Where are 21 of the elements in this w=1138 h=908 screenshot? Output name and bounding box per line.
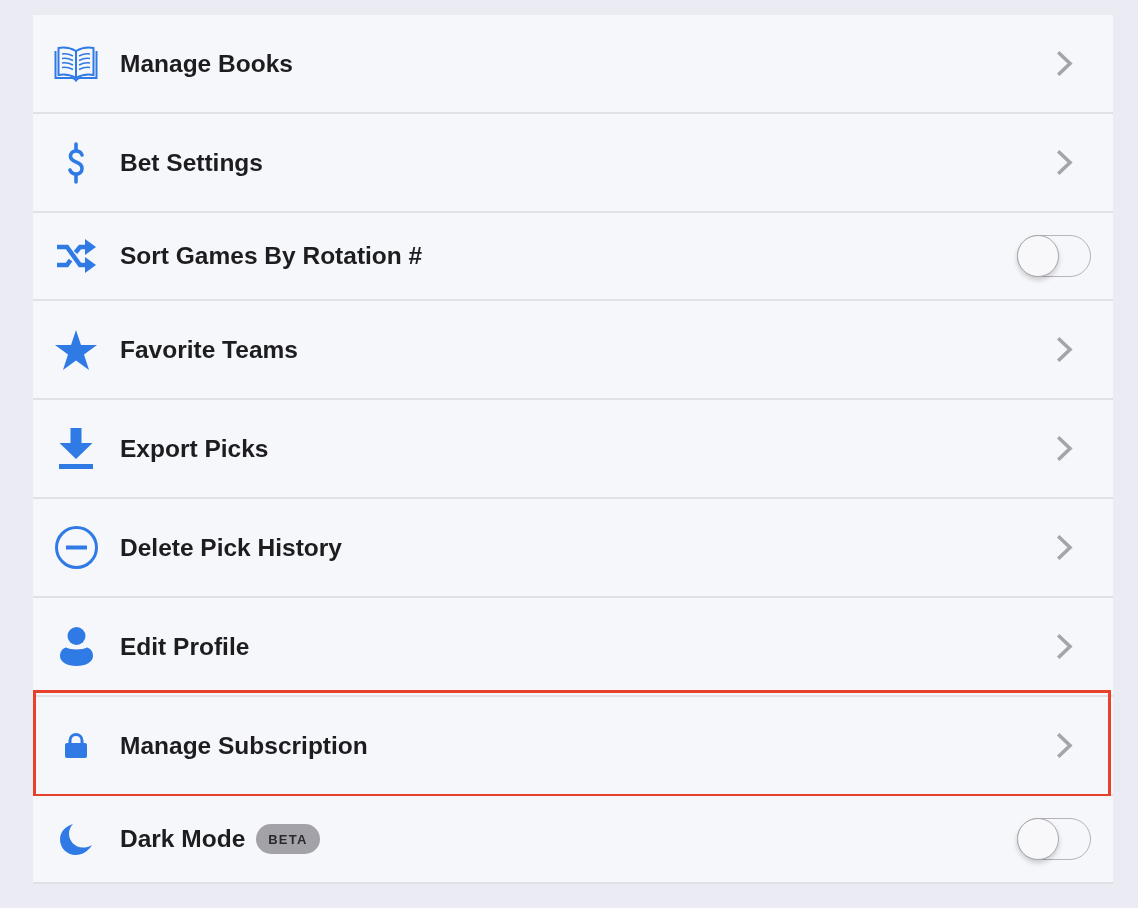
chevron-icon xyxy=(1057,337,1073,362)
chevron-icon xyxy=(1057,634,1073,659)
dollar-icon xyxy=(66,141,86,184)
setting-label: Sort Games By Rotation # xyxy=(120,242,423,270)
book-icon xyxy=(54,45,98,82)
toggle-switch[interactable] xyxy=(1017,235,1091,277)
person-icon xyxy=(59,627,93,666)
lock-icon xyxy=(65,733,87,758)
beta-badge: BETA xyxy=(256,824,320,854)
chevron-icon xyxy=(1057,51,1073,76)
chevron-icon xyxy=(1057,150,1073,175)
toggle-switch[interactable] xyxy=(1017,818,1091,860)
chevron-icon xyxy=(1057,733,1073,758)
shuffle-icon xyxy=(56,239,96,273)
moon-icon xyxy=(60,823,92,855)
chevron-icon xyxy=(1057,535,1073,560)
minus-circle-icon xyxy=(54,526,98,569)
chevron-icon xyxy=(1057,436,1073,461)
setting-label: Dark Mode xyxy=(120,825,246,853)
star-icon xyxy=(55,329,97,370)
download-icon xyxy=(59,428,93,469)
